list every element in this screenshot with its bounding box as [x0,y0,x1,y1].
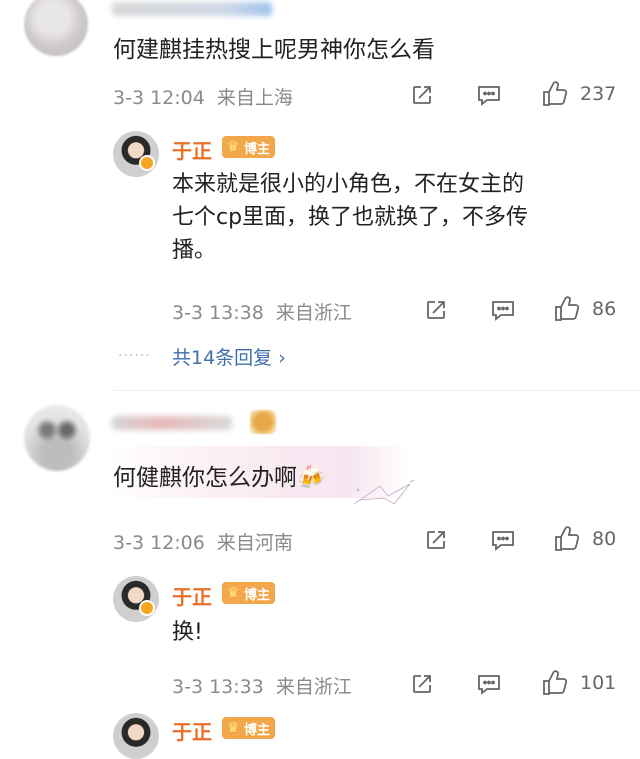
commenter-name-blurred[interactable] [112,2,272,16]
comment-text: 何健麒你怎么办啊🍻 [113,465,326,491]
commenter-name-blurred[interactable] [112,416,232,430]
comment-icon[interactable] [488,527,518,553]
like-count: 86 [592,298,617,320]
reply-author-name[interactable]: 于正 [172,581,212,610]
like-count: 101 [580,672,617,694]
blogger-badge: ♛ 博主 [222,717,276,739]
reply-location: 来自浙江 [275,302,352,324]
more-replies-dots: ······ [118,348,151,364]
comment-date: 3-3 12:04 [113,87,205,109]
crown-icon: ♛ [226,139,240,155]
like-icon[interactable] [540,80,570,108]
fan-badge-icon [250,410,276,434]
crown-icon: ♛ [226,585,240,601]
reply-avatar[interactable] [113,576,159,622]
comment-meta: 3-3 12:06 来自河南 [113,528,293,555]
comment-text: 何建麒挂热搜上呢男神你怎么看 [113,37,435,63]
share-icon[interactable] [422,527,450,553]
comment-location: 来自上海 [216,87,293,109]
blogger-badge: ♛ 博主 [222,136,276,158]
comment-icon[interactable] [488,297,518,323]
reply-meta: 3-3 13:38 来自浙江 [172,298,352,325]
reply-text-line: 播。 [172,238,217,263]
reply-avatar[interactable] [113,713,159,759]
commenter-avatar[interactable] [24,0,88,56]
reply-author-name[interactable]: 于正 [172,716,212,745]
comment-icon[interactable] [474,82,504,108]
more-replies-link[interactable]: 共14条回复 › [172,343,286,370]
reply-date: 3-3 13:38 [172,302,264,324]
reply-text: 本来就是很小的小角色，不在女主的 七个cp里面，换了也就换了，不多传 播。 [172,168,528,267]
comment-location: 来自河南 [216,532,293,554]
share-icon[interactable] [422,297,450,323]
like-icon[interactable] [540,669,570,697]
paper-crane-decoration [350,478,420,508]
verified-badge-icon [139,600,155,616]
verified-badge-icon [139,155,155,171]
share-icon[interactable] [408,82,436,108]
reply-avatar[interactable] [113,131,159,177]
blogger-badge: ♛ 博主 [222,582,276,604]
blogger-badge-label: 博主 [244,141,271,157]
reply-date: 3-3 13:33 [172,676,264,698]
reply-text: 换! [172,620,203,645]
like-count: 237 [580,83,617,105]
reply-author-name[interactable]: 于正 [172,135,212,164]
comment-date: 3-3 12:06 [113,532,205,554]
like-icon[interactable] [552,525,582,553]
share-icon[interactable] [408,671,436,697]
reply-location: 来自浙江 [275,676,352,698]
comment-icon[interactable] [474,671,504,697]
comment-meta: 3-3 12:04 来自上海 [113,83,293,110]
reply-meta: 3-3 13:33 来自浙江 [172,672,352,699]
like-icon[interactable] [552,295,582,323]
comment-divider [113,390,640,391]
crown-icon: ♛ [226,720,240,736]
commenter-avatar[interactable] [24,405,90,471]
blogger-badge-label: 博主 [244,587,271,603]
reply-text-line: 本来就是很小的小角色，不在女主的 [172,172,525,197]
reply-text-line: 七个cp里面，换了也就换了，不多传 [172,205,529,230]
like-count: 80 [592,528,617,550]
blogger-badge-label: 博主 [244,722,271,738]
